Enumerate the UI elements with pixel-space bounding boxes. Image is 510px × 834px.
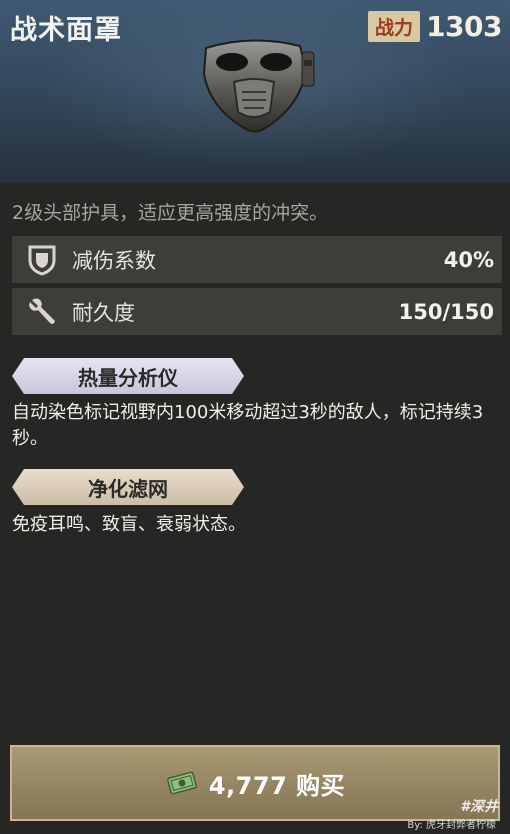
tactical-mask-image bbox=[202, 39, 315, 133]
stat-label: 减伤系数 bbox=[72, 248, 156, 273]
watermark-logo: #深井 bbox=[460, 799, 498, 815]
stat-value: 40% bbox=[443, 247, 494, 272]
mod-name: 净化滤网 bbox=[88, 476, 168, 501]
power-rating: 战力 1303 bbox=[368, 10, 502, 43]
mod-tag-thermal-analyzer: 热量分析仪 bbox=[12, 358, 244, 394]
mod-tag-filter: 净化滤网 bbox=[12, 469, 244, 505]
stat-row-durability: 耐久度 150/150 bbox=[12, 288, 502, 335]
buy-button[interactable]: 4,777 购买 bbox=[10, 745, 500, 821]
power-badge: 战力 bbox=[368, 11, 421, 42]
cash-icon bbox=[166, 771, 197, 795]
watermark-credit: By: 虎牙封弊者柠檬 bbox=[407, 820, 496, 831]
wrench-icon bbox=[12, 296, 72, 328]
item-description: 2级头部护具，适应更高强度的冲突。 bbox=[12, 202, 329, 224]
mod-description: 免疫耳鸣、致盲、衰弱状态。 bbox=[12, 514, 246, 535]
item-header: 战术面罩 战力 1303 bbox=[0, 0, 510, 183]
item-title: 战术面罩 bbox=[10, 15, 122, 46]
stat-label: 耐久度 bbox=[72, 300, 135, 325]
mod-description: 自动染色标记视野内100米移动超过3秒的敌人，标记持续3秒。 bbox=[12, 402, 484, 449]
buy-label: 4,777 购买 bbox=[208, 771, 346, 800]
shield-icon bbox=[12, 244, 72, 276]
mod-name: 热量分析仪 bbox=[78, 365, 178, 390]
stat-value: 150/150 bbox=[398, 299, 494, 324]
power-value: 1303 bbox=[426, 10, 502, 43]
stat-row-damage-reduction: 减伤系数 40% bbox=[12, 236, 502, 283]
